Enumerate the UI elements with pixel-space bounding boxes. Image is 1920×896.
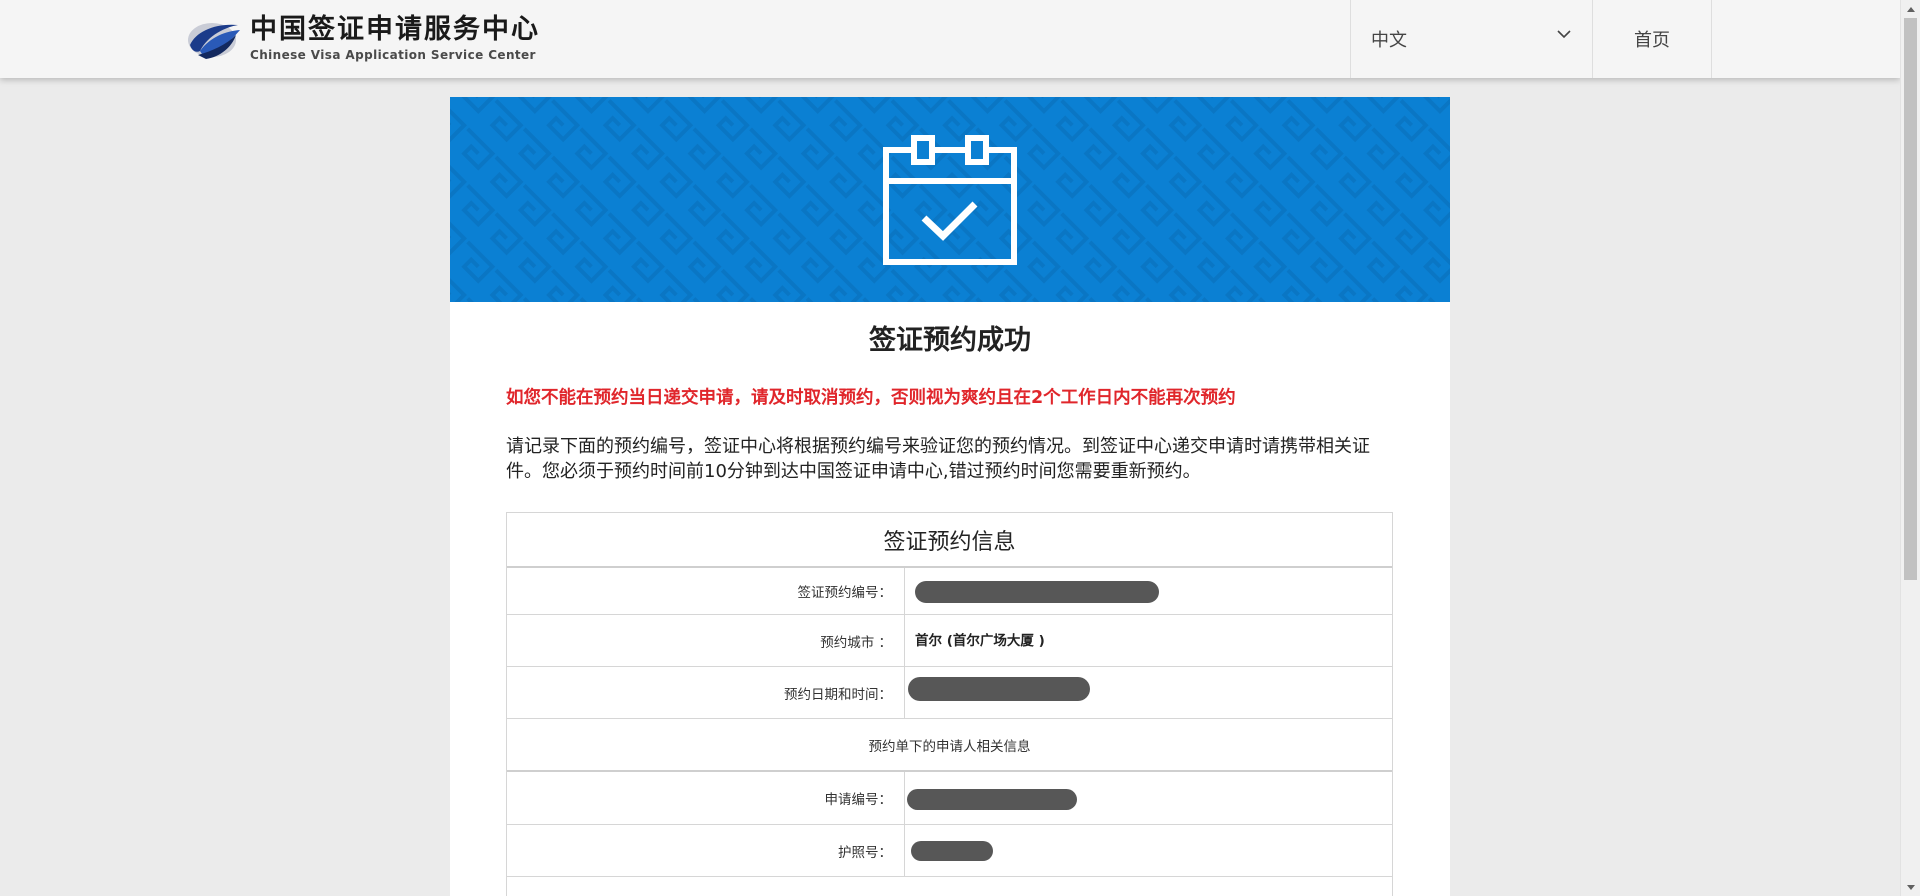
applicant-section-heading: 预约单下的申请人相关信息	[507, 719, 1392, 772]
table-row: 预约日期和时间：	[507, 667, 1392, 719]
appointment-city-value: 首尔 (首尔广场大厦 )	[915, 633, 1045, 649]
appointment-number-value	[905, 568, 1392, 614]
table-row	[507, 877, 1392, 896]
redacted-value	[907, 789, 1077, 810]
cancellation-warning: 如您不能在预约当日递交申请，请及时取消预约，否则视为爽约且在2个工作日内不能再次…	[506, 388, 1236, 408]
scroll-up-arrow-icon[interactable]	[1901, 0, 1920, 17]
redacted-value	[915, 581, 1159, 603]
page-title: 签证预约成功	[869, 325, 1031, 356]
passport-number-label: 护照号：	[507, 825, 905, 876]
logo-swoosh-icon	[188, 23, 240, 59]
calendar-check-icon	[883, 135, 1017, 265]
appointment-datetime-value	[905, 667, 1392, 718]
logo-english-text: Chinese Visa Application Service Center	[250, 47, 536, 62]
scroll-down-arrow-icon[interactable]	[1901, 879, 1920, 896]
redacted-value	[911, 841, 993, 861]
appointment-success-card: 签证预约成功 如您不能在预约当日递交申请，请及时取消预约，否则视为爽约且在2个工…	[450, 97, 1450, 896]
appointment-city-label: 预约城市 ：	[507, 615, 905, 666]
passport-number-value	[905, 825, 1392, 876]
page-scrollbar[interactable]	[1900, 0, 1920, 896]
top-navigation-bar: 中国签证申请服务中心 Chinese Visa Application Serv…	[0, 0, 1900, 78]
success-banner	[450, 97, 1450, 302]
intro-instructions: 请记录下面的预约编号，签证中心将根据预约编号来验证您的预约情况。到签证中心递交申…	[506, 436, 1370, 482]
logo-chinese-text: 中国签证申请服务中心	[250, 13, 540, 45]
application-number-value	[905, 772, 1392, 824]
info-table-title: 签证预约信息	[507, 513, 1392, 568]
chevron-down-icon	[1557, 30, 1571, 39]
site-logo[interactable]: 中国签证申请服务中心 Chinese Visa Application Serv…	[186, 13, 540, 63]
language-select[interactable]: 中文	[1350, 0, 1593, 78]
appointment-datetime-label: 预约日期和时间：	[507, 667, 905, 718]
scroll-thumb[interactable]	[1904, 18, 1917, 580]
appointment-info-table: 签证预约信息 签证预约编号： 预约城市 ： 首尔 (首尔广场大厦 ) 预约日期和…	[506, 512, 1393, 896]
table-row: 预约城市 ： 首尔 (首尔广场大厦 )	[507, 615, 1392, 667]
home-link[interactable]: 首页	[1593, 0, 1712, 78]
language-selected-value: 中文	[1371, 30, 1407, 51]
table-row: 护照号：	[507, 825, 1392, 877]
table-row: 申请编号：	[507, 772, 1392, 825]
table-row-label	[507, 877, 905, 896]
application-number-label: 申请编号：	[507, 772, 905, 824]
table-row-value	[905, 877, 1392, 896]
redacted-value	[908, 677, 1090, 701]
table-row: 签证预约编号：	[507, 568, 1392, 615]
appointment-number-label: 签证预约编号：	[507, 568, 905, 614]
